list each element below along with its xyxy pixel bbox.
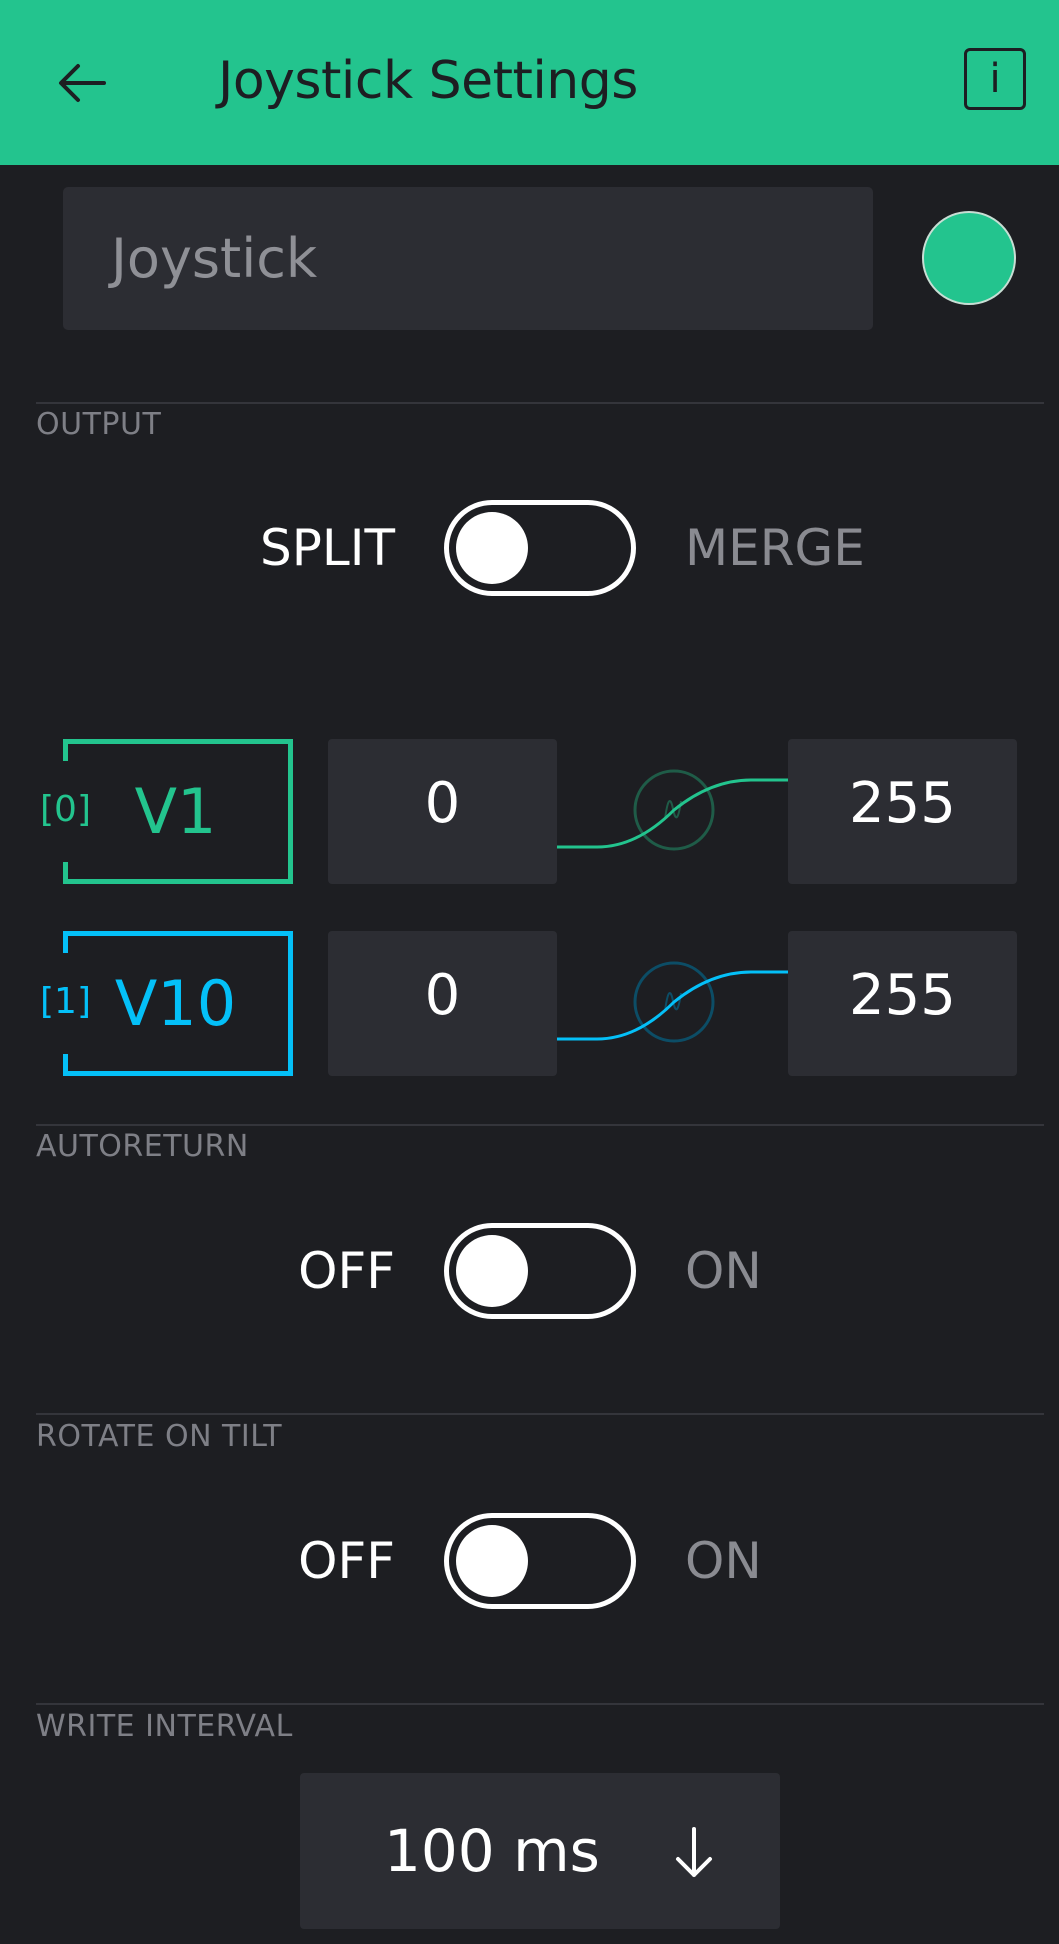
divider	[36, 1124, 1044, 1126]
max-value-field[interactable]: 255	[788, 931, 1017, 1076]
autoreturn-toggle-row: OFF ON	[0, 1223, 1059, 1319]
pin-selector-v10[interactable]: V10	[63, 931, 293, 1076]
split-merge-switch[interactable]	[444, 500, 636, 596]
arrow-down-icon	[676, 1827, 712, 1877]
page-title: Joystick Settings	[218, 51, 638, 111]
divider	[36, 1703, 1044, 1705]
section-label-write-interval: WRITE INTERVAL	[36, 1709, 293, 1744]
toggle-label-split: SPLIT	[259, 519, 395, 577]
pin-row-0: [0] V1 0 255	[0, 739, 1059, 884]
switch-knob	[456, 1525, 528, 1597]
min-value-field[interactable]: 0	[328, 739, 557, 884]
section-label-output: OUTPUT	[36, 407, 162, 442]
divider	[36, 1413, 1044, 1415]
section-label-autoreturn: AUTORETURN	[36, 1129, 249, 1164]
mapping-curve-icon[interactable]	[557, 739, 789, 884]
pin-selector-v1[interactable]: V1	[63, 739, 293, 884]
pin-box-tick	[63, 739, 68, 761]
min-value-field[interactable]: 0	[328, 931, 557, 1076]
pin-box-tick	[63, 1054, 68, 1076]
top-app-bar: Joystick Settings i	[0, 0, 1059, 165]
pin-row-1: [1] V10 0 255	[0, 931, 1059, 1076]
pin-box-edge	[63, 879, 288, 884]
divider	[36, 402, 1044, 404]
widget-name-input[interactable]: Joystick	[63, 187, 873, 330]
write-interval-dropdown[interactable]: 100 ms	[300, 1773, 780, 1929]
mapping-curve-icon[interactable]	[557, 931, 789, 1076]
write-interval-value: 100 ms	[384, 1817, 600, 1885]
switch-knob	[456, 1235, 528, 1307]
toggle-label-off: OFF	[298, 1242, 395, 1300]
pin-box-edge	[63, 739, 288, 744]
toggle-label-on: ON	[685, 1242, 762, 1300]
rotate-on-tilt-switch[interactable]	[444, 1513, 636, 1609]
pin-box-tick	[63, 931, 68, 953]
section-label-rotate-on-tilt: ROTATE ON TILT	[36, 1419, 283, 1454]
toggle-label-off: OFF	[298, 1532, 395, 1590]
pin-label: V1	[134, 775, 217, 848]
back-button[interactable]	[52, 52, 114, 114]
arrow-left-icon	[59, 64, 106, 102]
pin-box-edge	[63, 1071, 288, 1076]
switch-knob	[456, 512, 528, 584]
pin-box-tick	[63, 862, 68, 884]
toggle-label-on: ON	[685, 1532, 762, 1590]
info-button[interactable]: i	[964, 48, 1026, 110]
pin-label: V10	[114, 967, 237, 1040]
rotate-toggle-row: OFF ON	[0, 1513, 1059, 1609]
widget-color-picker[interactable]	[922, 211, 1016, 305]
pin-box-edge	[63, 931, 288, 936]
toggle-label-merge: MERGE	[685, 519, 865, 577]
output-mode-toggle-row: SPLIT MERGE	[0, 500, 1059, 596]
autoreturn-switch[interactable]	[444, 1223, 636, 1319]
max-value-field[interactable]: 255	[788, 739, 1017, 884]
